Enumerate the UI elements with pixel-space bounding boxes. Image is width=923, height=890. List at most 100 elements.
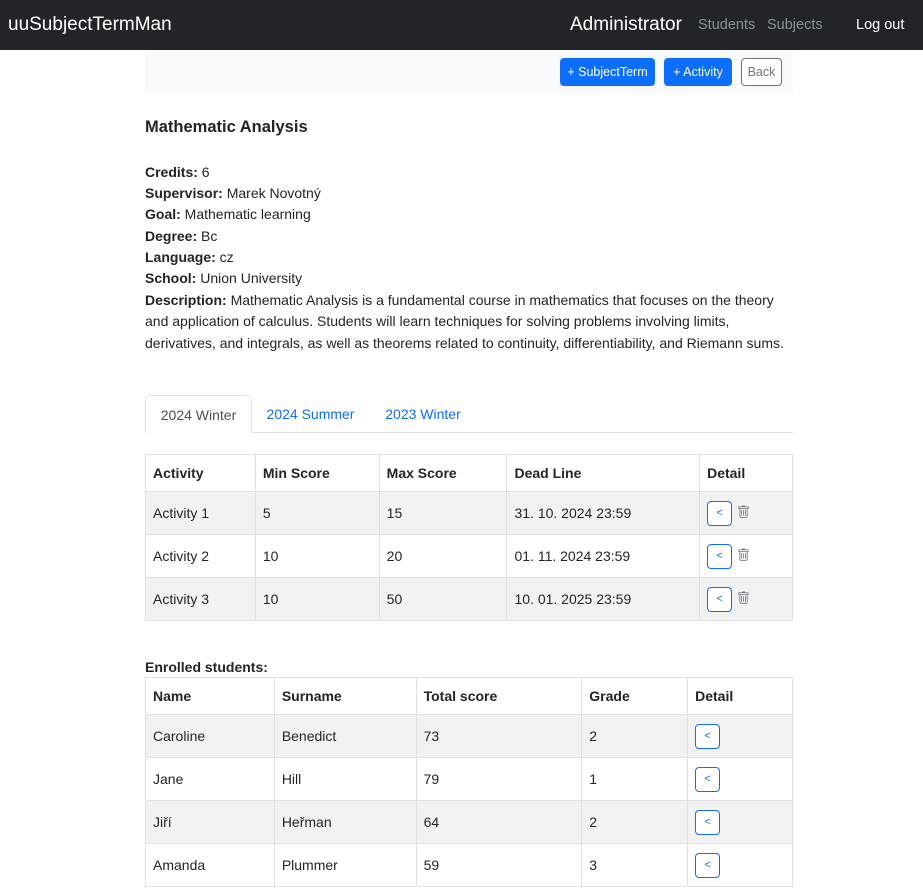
activity-name: Activity 3 (145, 577, 256, 621)
detail-cell: < (687, 757, 793, 801)
back-button[interactable]: Back (741, 58, 782, 86)
student-grade: 3 (581, 843, 689, 887)
role-label: Administrator (570, 14, 682, 35)
info-label: Supervisor: (145, 185, 223, 201)
student-name: Amanda (145, 843, 275, 887)
info-degree: Degree: Bc (145, 226, 217, 247)
student-total-score: 79 (415, 757, 583, 801)
activities-table: Activity Min Score Max Score Dead Line D… (145, 454, 793, 621)
detail-button[interactable]: < (695, 852, 721, 878)
chevron-left-icon: < (704, 773, 711, 785)
info-value: Union University (200, 270, 303, 286)
detail-cell: < (687, 714, 793, 758)
table-row: Caroline Benedict 73 2 < (145, 714, 793, 758)
detail-button[interactable]: < (695, 766, 721, 792)
chevron-left-icon: < (704, 816, 711, 828)
chevron-left-icon: < (716, 507, 723, 519)
nav-students-link[interactable]: Students (698, 17, 755, 33)
chevron-left-icon: < (704, 859, 711, 871)
info-value: cz (219, 249, 234, 265)
table-row: Activity 1 5 15 31. 10. 2024 23:59 < (145, 491, 793, 535)
detail-cell: < (699, 534, 793, 578)
table-row: Activity 3 10 50 10. 01. 2025 23:59 < (145, 577, 793, 621)
chevron-left-icon: < (704, 730, 711, 742)
chevron-left-icon: < (716, 550, 723, 562)
info-label: School: (145, 270, 197, 286)
logout-button[interactable]: Log out (856, 17, 904, 33)
student-surname: Hill (273, 757, 417, 801)
student-total-score: 59 (415, 843, 583, 887)
column-header: Name (145, 677, 275, 715)
tab-2024-summer[interactable]: 2024 Summer (252, 395, 369, 433)
trash-icon[interactable] (737, 505, 750, 522)
detail-button[interactable]: < (707, 543, 733, 569)
detail-button[interactable]: < (695, 723, 721, 749)
info-description: Description: Mathematic Analysis is a fu… (145, 290, 795, 354)
student-grade: 1 (581, 757, 689, 801)
add-subjectterm-button[interactable]: + SubjectTerm (560, 58, 655, 86)
activity-min-score: 10 (254, 534, 380, 578)
students-table: Name Surname Total score Grade Detail Ca… (145, 677, 793, 887)
column-header: Total score (415, 677, 583, 715)
info-value: Mathematic learning (184, 206, 311, 222)
activity-deadline: 10. 01. 2025 23:59 (506, 577, 701, 621)
activity-max-score: 20 (378, 534, 508, 578)
student-name: Jiří (145, 800, 275, 844)
column-header: Activity (145, 454, 256, 492)
activity-max-score: 15 (378, 491, 508, 535)
term-tabs: 2024 Winter 2024 Summer 2023 Winter (145, 395, 793, 434)
brand-name[interactable]: uuSubjectTermMan (8, 14, 172, 36)
detail-button[interactable]: < (695, 809, 721, 835)
student-surname: Benedict (273, 714, 417, 758)
column-header: Min Score (254, 454, 380, 492)
student-total-score: 73 (415, 714, 583, 758)
info-credits: Credits: 6 (145, 162, 210, 183)
enrolled-students-label: Enrolled students: (145, 659, 268, 675)
column-header: Detail (687, 677, 793, 715)
table-row: Amanda Plummer 59 3 < (145, 843, 793, 887)
trash-icon[interactable] (737, 548, 750, 565)
tab-2023-winter[interactable]: 2023 Winter (369, 395, 477, 433)
info-school: School: Union University (145, 268, 302, 289)
column-header: Surname (273, 677, 417, 715)
detail-cell: < (687, 800, 793, 844)
column-header: Detail (699, 454, 793, 492)
info-value: Marek Novotný (226, 185, 321, 201)
tab-2024-winter[interactable]: 2024 Winter (145, 395, 252, 434)
student-grade: 2 (581, 800, 689, 844)
table-header-row: Name Surname Total score Grade Detail (145, 677, 793, 715)
student-surname: Heřman (273, 800, 417, 844)
detail-cell: < (699, 491, 793, 535)
info-supervisor: Supervisor: Marek Novotný (145, 183, 321, 204)
info-value: 6 (201, 164, 210, 180)
info-language: Language: cz (145, 247, 234, 268)
info-label: Description: (145, 292, 227, 308)
table-row: Activity 2 10 20 01. 11. 2024 23:59 < (145, 534, 793, 578)
activity-name: Activity 1 (145, 491, 256, 535)
activity-max-score: 50 (378, 577, 508, 621)
activity-name: Activity 2 (145, 534, 256, 578)
action-toolbar: + SubjectTerm + Activity Back (145, 50, 793, 93)
student-grade: 2 (581, 714, 689, 758)
info-label: Goal: (145, 206, 181, 222)
navbar: uuSubjectTermMan Administrator Students … (0, 0, 923, 50)
activity-deadline: 01. 11. 2024 23:59 (506, 534, 701, 578)
detail-button[interactable]: < (707, 586, 733, 612)
detail-button[interactable]: < (707, 500, 733, 526)
student-surname: Plummer (273, 843, 417, 887)
student-name: Caroline (145, 714, 275, 758)
detail-cell: < (687, 843, 793, 887)
info-label: Credits: (145, 164, 198, 180)
column-header: Max Score (378, 454, 508, 492)
description-text: Mathematic Analysis is a fundamental cou… (145, 292, 784, 351)
add-activity-button[interactable]: + Activity (664, 58, 732, 86)
table-row: Jane Hill 79 1 < (145, 757, 793, 801)
activity-min-score: 10 (254, 577, 380, 621)
info-goal: Goal: Mathematic learning (145, 204, 311, 225)
chevron-left-icon: < (716, 593, 723, 605)
trash-icon[interactable] (737, 591, 750, 608)
column-header: Grade (581, 677, 689, 715)
activity-deadline: 31. 10. 2024 23:59 (506, 491, 701, 535)
detail-cell: < (699, 577, 793, 621)
nav-subjects-link[interactable]: Subjects (767, 17, 823, 33)
